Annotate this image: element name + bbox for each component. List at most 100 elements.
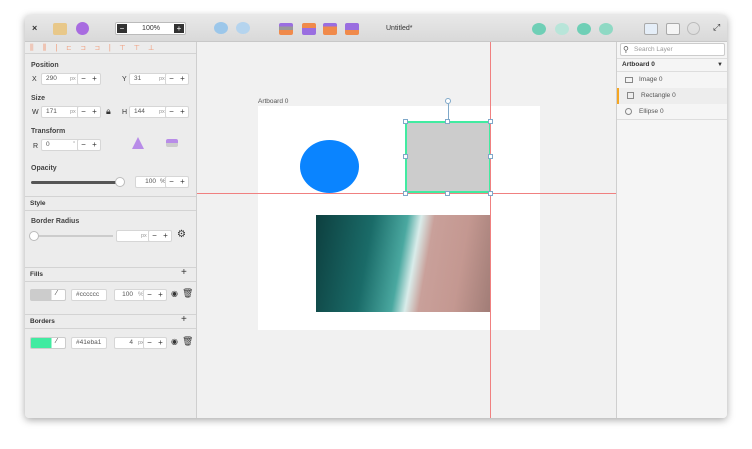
search-icon: ⚲ — [623, 45, 629, 54]
zoom-control: − 100% + — [115, 22, 186, 35]
lock-icon[interactable]: 🔒︎ — [106, 106, 111, 117]
x-stepper[interactable]: − + — [77, 73, 101, 85]
ellipse-shape[interactable] — [300, 140, 359, 193]
resize-handle[interactable] — [403, 191, 408, 196]
opacity-slider-handle[interactable] — [115, 177, 125, 187]
close-button[interactable]: × — [32, 23, 37, 33]
eyedropper-icon[interactable]: ⁄ — [56, 338, 57, 345]
fill-hex-input[interactable]: #cccccc — [71, 289, 107, 301]
circle-icon — [625, 108, 632, 115]
guide-vertical — [490, 42, 491, 418]
border-radius-slider-handle[interactable] — [29, 231, 39, 241]
fills-section-header: Fills — [25, 267, 196, 282]
layout-icon[interactable] — [666, 23, 680, 35]
w-label: W — [32, 109, 39, 116]
search-placeholder: Search Layer — [634, 46, 673, 53]
zoom-out-button[interactable]: − — [117, 24, 127, 33]
artboard-label: Artboard 0 — [258, 98, 289, 105]
add-shape-icon[interactable] — [76, 22, 89, 35]
layer-label: Image 0 — [639, 76, 663, 83]
h-unit: px — [159, 109, 165, 115]
layer-item-image[interactable]: Image 0 — [617, 72, 727, 88]
gear-icon[interactable] — [687, 22, 700, 35]
borders-section-header: Borders — [25, 314, 196, 329]
borders-label: Borders — [30, 318, 55, 325]
send-to-back-icon[interactable] — [345, 23, 359, 35]
resize-handle[interactable] — [488, 119, 493, 124]
opacity-label: Opacity — [31, 165, 57, 172]
opacity-stepper[interactable]: − + — [165, 176, 189, 188]
fill-opacity-stepper[interactable]: − + — [143, 289, 167, 301]
add-fill-button[interactable]: + — [181, 267, 187, 278]
align-toolbar: ⫼⫼|⊏⊐⊐|⊤⊤⊥ — [25, 42, 196, 54]
zoom-value[interactable]: 100% — [130, 23, 172, 34]
r-label: R — [33, 143, 39, 150]
y-stepper[interactable]: − + — [165, 73, 189, 85]
style-section-header: Style — [25, 196, 196, 211]
h-label: H — [122, 109, 128, 116]
resize-handle[interactable] — [488, 191, 493, 196]
flip-vertical-icon[interactable] — [166, 139, 178, 147]
artboard-layer-label: Artboard 0 — [622, 61, 655, 68]
x-label: X — [32, 76, 37, 83]
x-unit: px — [70, 76, 76, 82]
y-label: Y — [122, 76, 127, 83]
inspector-panel: ⫼⫼|⊏⊐⊐|⊤⊤⊥ Position X 290 px − + Y 31 px … — [25, 42, 197, 418]
border-width-stepper[interactable]: − + — [143, 337, 167, 349]
transform-label: Transform — [31, 128, 66, 135]
layer-item-ellipse[interactable]: Ellipse 0 — [617, 104, 727, 120]
artboard-layer-header[interactable]: Artboard 0 ▼ — [617, 58, 727, 72]
bring-to-front-icon[interactable] — [323, 23, 337, 35]
intersect-icon[interactable] — [577, 23, 591, 35]
layer-label: Ellipse 0 — [639, 108, 664, 115]
width-stepper[interactable]: − + — [77, 106, 101, 118]
ungroup-icon[interactable] — [236, 22, 250, 34]
trash-icon[interactable]: 🗑︎ — [182, 336, 193, 347]
rotation-stepper[interactable]: − + — [77, 139, 101, 151]
eye-icon[interactable]: ◉ — [171, 337, 178, 346]
folder-icon[interactable] — [53, 23, 67, 35]
border-radius-slider[interactable] — [31, 235, 113, 237]
fills-label: Fills — [30, 271, 44, 278]
search-layer-input[interactable]: ⚲ Search Layer — [620, 43, 725, 56]
resize-handle[interactable] — [403, 154, 408, 159]
subtract-icon[interactable] — [555, 23, 569, 35]
difference-icon[interactable] — [599, 23, 613, 35]
union-icon[interactable] — [532, 23, 546, 35]
fill-color-swatch[interactable] — [30, 289, 66, 301]
group-icon[interactable] — [214, 22, 228, 34]
resize-handle[interactable] — [445, 191, 450, 196]
border-color-swatch[interactable] — [30, 337, 66, 349]
resize-handle[interactable] — [403, 119, 408, 124]
export-icon[interactable] — [644, 23, 658, 35]
border-radius-unit: px — [141, 233, 147, 239]
app-window: × − 100% + Untitled* ⤢ ⫼⫼|⊏⊐⊐|⊤⊤⊥ Positi… — [25, 15, 727, 418]
y-unit: px — [159, 76, 165, 82]
layer-label: Rectangle 0 — [641, 92, 676, 99]
eye-icon[interactable]: ◉ — [171, 289, 178, 298]
fullscreen-icon[interactable]: ⤢ — [713, 22, 720, 33]
r-unit: ° — [73, 141, 76, 147]
opacity-slider[interactable] — [31, 181, 121, 184]
add-border-button[interactable]: + — [181, 314, 187, 325]
square-icon — [627, 92, 634, 99]
w-unit: px — [70, 109, 76, 115]
height-stepper[interactable]: − + — [165, 106, 189, 118]
chevron-down-icon[interactable]: ▼ — [717, 59, 723, 71]
canvas[interactable]: Artboard 0 — [197, 42, 616, 418]
zoom-in-button[interactable]: + — [174, 24, 184, 33]
bring-forward-icon[interactable] — [279, 23, 293, 35]
send-backward-icon[interactable] — [302, 23, 316, 35]
image-shape[interactable] — [316, 215, 491, 312]
trash-icon[interactable]: 🗑︎ — [182, 288, 193, 299]
size-label: Size — [31, 95, 46, 102]
flip-horizontal-icon[interactable] — [132, 137, 144, 149]
border-hex-input[interactable]: #41eba1 — [71, 337, 107, 349]
rotate-handle-line — [448, 104, 449, 120]
eyedropper-icon[interactable]: ⁄ — [56, 290, 57, 297]
resize-handle[interactable] — [488, 154, 493, 159]
rectangle-shape[interactable] — [405, 121, 491, 193]
layer-item-rectangle[interactable]: Rectangle 0 — [617, 88, 727, 104]
border-radius-stepper[interactable]: − + — [148, 230, 172, 242]
gear-icon[interactable]: ⚙ — [177, 229, 186, 240]
